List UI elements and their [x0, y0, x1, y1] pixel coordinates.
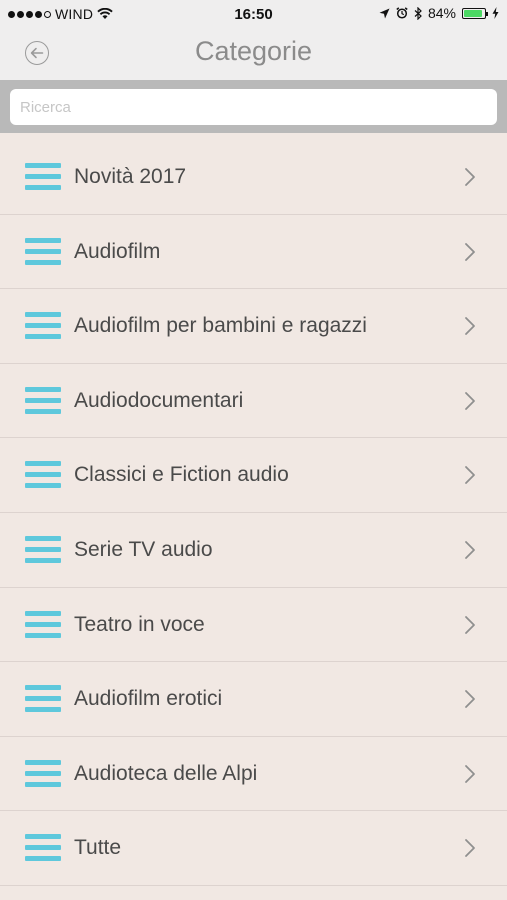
search-bar-container	[0, 80, 507, 133]
status-right: 84%	[379, 5, 499, 21]
navigation-bar: Categorie	[0, 28, 507, 80]
list-menu-icon	[25, 759, 61, 790]
list-menu-icon	[25, 461, 61, 491]
chevron-right-icon	[465, 466, 475, 485]
list-menu-icon	[25, 386, 61, 417]
category-label: Audiofilm per bambini e ragazzi	[74, 314, 367, 338]
battery-percent: 84%	[427, 5, 456, 21]
list-menu-icon	[25, 237, 61, 268]
category-item[interactable]: Serie TV audio	[0, 513, 507, 588]
chevron-right-icon	[465, 242, 475, 261]
category-label: Audiofilm	[74, 239, 161, 263]
category-list: Novità 2017 Audiofilm Audiofilm per bambin…	[0, 140, 507, 886]
category-label: Serie TV audio	[74, 537, 213, 561]
battery-level	[464, 9, 483, 17]
search-input[interactable]	[10, 89, 497, 125]
chevron-right-icon	[465, 690, 475, 709]
list-menu-icon	[25, 685, 61, 715]
chevron-right-icon	[465, 839, 475, 858]
category-item[interactable]: Teatro in voce	[0, 588, 507, 663]
category-label: Audiofilm erotici	[74, 687, 223, 711]
chevron-right-icon	[465, 168, 475, 186]
chevron-right-icon	[465, 764, 475, 783]
category-item[interactable]: Audiofilm erotici	[0, 662, 507, 737]
list-menu-icon	[25, 610, 61, 641]
chevron-right-icon	[465, 317, 475, 336]
category-item[interactable]: Audiofilm per bambini e ragazzi	[0, 289, 507, 364]
chevron-right-icon	[465, 615, 475, 634]
category-label: Audioteca delle Alpi	[74, 761, 258, 785]
category-label: Classici e Fiction audio	[74, 463, 289, 487]
page-title: Categorie	[194, 36, 313, 66]
category-item[interactable]: Tutte	[0, 811, 507, 886]
list-menu-icon	[25, 834, 61, 864]
bluetooth-icon	[414, 6, 422, 20]
battery-icon	[462, 7, 488, 19]
category-item[interactable]: Audiodocumentari	[0, 364, 507, 439]
category-item[interactable]: Classici e Fiction audio	[0, 438, 507, 513]
alarm-clock-icon	[396, 7, 408, 19]
category-label: Audiodocumentari	[74, 388, 244, 412]
chevron-right-icon	[465, 391, 475, 410]
list-menu-icon	[25, 163, 61, 193]
category-label: Novità 2017	[74, 165, 187, 188]
category-label: Tutte	[74, 836, 122, 860]
chevron-right-icon	[465, 541, 475, 559]
category-item[interactable]: Audiofilm	[0, 215, 507, 290]
status-bar: WIND 16:50 84%	[0, 0, 507, 28]
list-menu-icon	[25, 535, 61, 566]
charging-bolt-icon	[492, 7, 499, 19]
category-item[interactable]: Audioteca delle Alpi	[0, 737, 507, 812]
location-arrow-icon	[379, 8, 390, 18]
list-menu-icon	[25, 312, 61, 342]
category-label: Teatro in voce	[74, 612, 205, 636]
category-item[interactable]: Novità 2017	[0, 140, 507, 215]
